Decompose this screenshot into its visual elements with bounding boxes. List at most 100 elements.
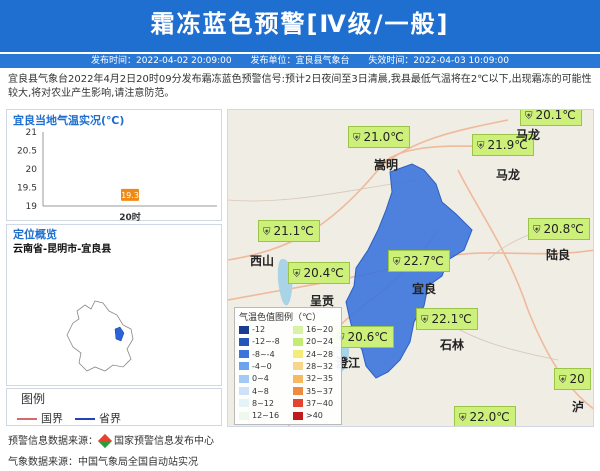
thermometer-station-icon: ⛨ [525, 111, 533, 122]
warning-source: 预警信息数据来源： 国家预警信息发布中心 [8, 432, 214, 449]
color-swatch [239, 374, 249, 383]
station-label-20-1[interactable]: ⛨ 20.1℃ [520, 110, 582, 126]
color-legend-label: 4~8 [252, 386, 269, 396]
station-label-21-1[interactable]: ⛨ 21.1℃ [258, 220, 320, 242]
station-label-22-0[interactable]: ⛨ 22.0℃ [454, 406, 516, 426]
color-legend-label: 0~4 [252, 374, 269, 384]
color-swatch [293, 362, 303, 371]
color-legend-label: 32~35 [306, 374, 334, 384]
color-legend-item: >40 [293, 410, 347, 421]
y-tick-label: 20 [26, 165, 38, 175]
color-legend-item: -12 [239, 324, 293, 335]
thermometer-station-icon: ⛨ [263, 227, 271, 238]
color-swatch [239, 411, 249, 420]
color-legend-label: 16~20 [306, 325, 334, 334]
y-tick-label: 19 [26, 202, 38, 212]
color-legend-item: 4~8 [239, 386, 293, 397]
thermometer-station-icon: ⛨ [459, 413, 467, 424]
temperature-chart-title: 宜良当地气温实况(℃) [13, 114, 125, 127]
city-songming: 嵩明 [374, 158, 399, 172]
color-swatch [293, 411, 303, 420]
color-legend-label: -12 [252, 325, 266, 334]
city-shilin: 石林 [440, 338, 465, 352]
station-label-22-1[interactable]: ⛨ 22.1℃ [416, 308, 478, 330]
color-legend-title: 气温色值图例（℃） [239, 313, 322, 323]
city-yiliang: 宜良 [412, 282, 437, 296]
color-legend-label: -4~0 [252, 361, 272, 371]
thermometer-station-icon: ⛨ [421, 315, 429, 326]
station-label-20-8[interactable]: ⛨ 20.8℃ [528, 218, 590, 240]
color-legend-item: 12~16 [239, 410, 293, 421]
color-legend-label: -8~-4 [252, 349, 275, 359]
color-swatch [239, 362, 249, 371]
national-border-line-icon [17, 418, 37, 420]
color-legend-item: 28~32 [293, 361, 347, 372]
publish-time: 发布时间：2022-04-02 20:09:00 [91, 56, 232, 66]
color-legend-item: -8~-4 [239, 349, 293, 360]
color-legend-item: 24~28 [293, 349, 347, 360]
warning-title: 霜冻蓝色预警[Ⅳ级/一般] [150, 10, 450, 38]
thermometer-station-icon: ⛨ [393, 257, 401, 268]
color-legend-item: 35~37 [293, 386, 347, 397]
color-swatch [293, 325, 303, 334]
publish-unit: 发布单位：宜良县气象台 [250, 56, 350, 66]
data-label: 19.3 [121, 191, 139, 200]
color-legend-item: 0~4 [239, 373, 293, 384]
thermometer-station-icon: ⛨ [559, 375, 567, 386]
city-malong: 马龙 [496, 168, 521, 182]
color-legend-label: 37~40 [306, 398, 334, 408]
thermometer-station-icon: ⛨ [533, 225, 541, 236]
city-lu-partial: 泸 [572, 400, 585, 414]
color-swatch [239, 337, 249, 346]
yiliang-highlight [114, 326, 125, 342]
thermometer-station-icon: ⛨ [293, 269, 301, 280]
warning-center-logo-icon [97, 433, 113, 449]
city-xishan: 西山 [250, 254, 275, 268]
color-legend-item: -12~-8 [239, 336, 293, 347]
color-swatch [239, 325, 249, 334]
thermometer-station-icon: ⛨ [353, 133, 361, 144]
legend-panel: 图例 国界 省界 [6, 388, 222, 426]
warning-meta-bar: 发布时间：2022-04-02 20:09:00 发布单位：宜良县气象台 失效时… [0, 54, 600, 68]
station-label-22-7[interactable]: ⛨ 22.7℃ [388, 250, 450, 272]
color-legend-label: 8~12 [252, 398, 274, 408]
color-legend-label: >40 [306, 411, 323, 421]
warning-header: 霜冻蓝色预警[Ⅳ级/一般] [0, 0, 600, 52]
legend-item-provincial-border: 省界 [75, 410, 121, 426]
color-swatch [293, 350, 303, 359]
station-label-20-partial[interactable]: ⛨ 20 [554, 368, 591, 390]
x-tick-label: 20时 [119, 211, 141, 222]
city-malong-north: 马龙 [516, 128, 541, 142]
color-swatch [293, 337, 303, 346]
legend-title: 图例 [21, 392, 46, 406]
color-legend-item: 8~12 [239, 398, 293, 409]
legend-item-national-border: 国界 [17, 410, 63, 426]
location-path: 云南省-昆明市-宜良县 [13, 244, 112, 255]
y-tick-label: 20.5 [17, 147, 37, 157]
temperature-map[interactable]: ⛨ 21.0℃ ⛨ 21.9℃ ⛨ 20.1℃ ⛨ 21.1℃ ⛨ 20.4℃ ⛨ 22.7… [227, 109, 594, 427]
color-legend-item: 37~40 [293, 398, 347, 409]
warning-source-name: 国家预警信息发布中心 [114, 436, 214, 447]
color-swatch [239, 399, 249, 408]
color-legend-label: 28~32 [306, 361, 334, 371]
city-luliang: 陆良 [546, 248, 571, 262]
location-overview-panel: 定位概览 云南省-昆明市-宜良县 [6, 224, 222, 386]
color-legend-item: 32~35 [293, 373, 347, 384]
color-legend-item: 16~20 [293, 324, 347, 335]
provincial-border-line-icon [75, 418, 95, 420]
color-swatch [293, 374, 303, 383]
color-legend-label: -12~-8 [252, 337, 280, 347]
color-legend-label: 12~16 [252, 411, 280, 421]
weather-source: 气象数据来源：中国气象局全国自动站实况 [8, 457, 198, 468]
color-legend-item: 20~24 [293, 336, 347, 347]
temperature-color-legend: 气温色值图例（℃） -12 16~20 -12~-8 20~24 -8~-4 24~28 -… [234, 307, 342, 425]
color-legend-label: 20~24 [306, 337, 334, 347]
color-swatch [293, 387, 303, 395]
station-label-20-4[interactable]: ⛨ 20.4℃ [288, 262, 350, 284]
color-swatch [239, 387, 249, 395]
station-label-21-0[interactable]: ⛨ 21.0℃ [348, 126, 410, 148]
color-swatch [239, 350, 249, 359]
warning-description: 宜良县气象台2022年4月2日20时09分发布霜冻蓝色预警信号:预计2日夜间至3… [8, 74, 592, 99]
color-swatch [293, 399, 303, 408]
color-legend-label: 35~37 [306, 386, 334, 396]
